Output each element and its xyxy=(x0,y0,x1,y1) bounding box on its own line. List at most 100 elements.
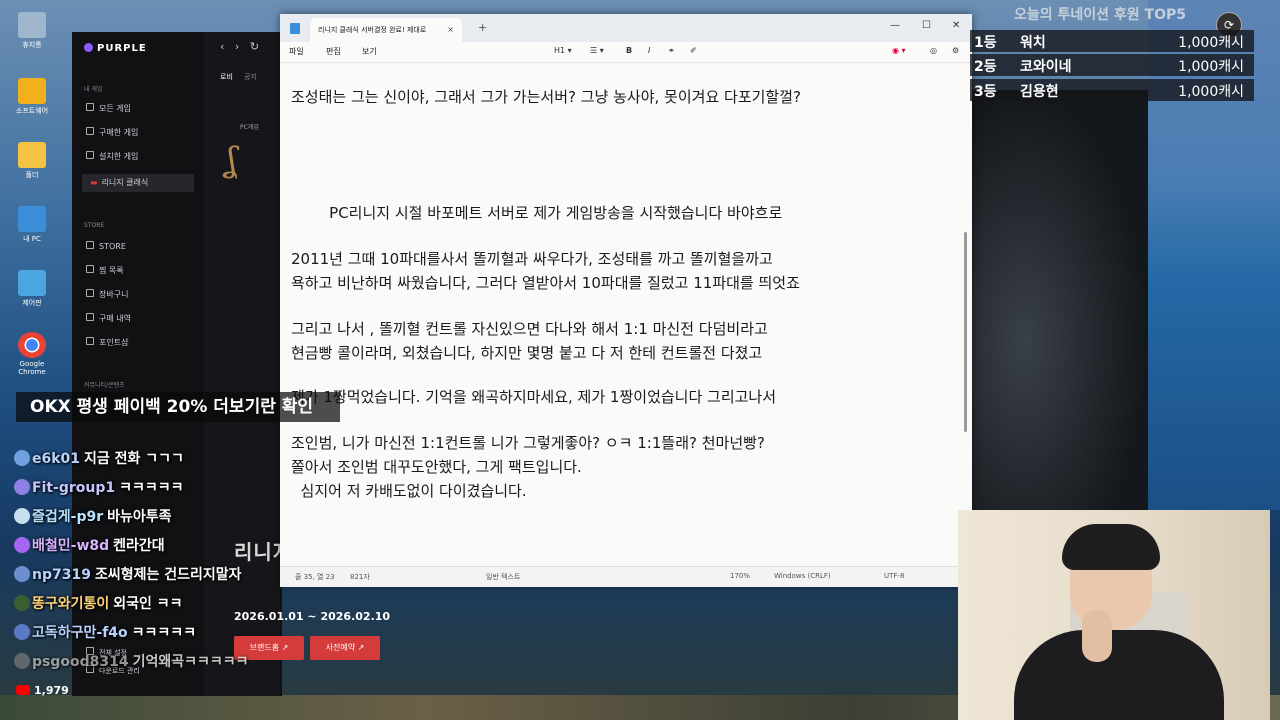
notepad-app-icon xyxy=(290,23,300,34)
chat-message: 배철민-w8d 켄라간대 xyxy=(14,535,165,555)
heart-icon xyxy=(86,265,94,273)
desktop-wallpaper-sea xyxy=(1148,0,1280,510)
section-label-my-games: 내 게임 xyxy=(84,86,103,93)
webcam-feed xyxy=(958,510,1270,720)
notepad-titlebar: 리니지 클래식 서버결정 완료! 제대로 × + — ☐ ✕ xyxy=(280,14,972,42)
coin-icon xyxy=(86,337,94,345)
close-window-button[interactable]: ✕ xyxy=(952,20,960,31)
chat-message: Fit-group1 ㅋㅋㅋㅋㅋ xyxy=(14,477,184,497)
section-label-community: 커뮤니티/콘텐츠 xyxy=(84,382,125,389)
streamer-body xyxy=(1014,630,1224,720)
gear-icon[interactable]: ⚙ xyxy=(952,46,959,55)
grid-icon xyxy=(86,103,94,111)
lineage-icon: ▬ xyxy=(90,178,98,187)
desktop-icon-recycle-bin[interactable]: 휴지통 xyxy=(10,12,54,50)
chat-message: 고독하구만-f4o ㅋㅋㅋㅋㅋ xyxy=(14,622,196,642)
text-line: PC리니지 시절 바포메트 서버로 제가 게임방송을 시작했습니다 바야흐로 xyxy=(291,204,783,222)
notepad-menubar: 파일 편집 보기 H1 ▾ ☰ ▾ B I ⚭ ✐ ◉ ▾ ◎ ⚙ xyxy=(280,42,972,63)
back-icon[interactable]: ‹ xyxy=(220,40,224,53)
menu-file[interactable]: 파일 xyxy=(289,46,304,57)
avatar xyxy=(14,537,30,553)
account-icon[interactable]: ◎ xyxy=(930,46,937,55)
avatar xyxy=(14,653,30,669)
desktop-icon-folder[interactable]: 폴더 xyxy=(10,142,54,180)
status-char-count: 821자 xyxy=(350,573,370,581)
chrome-icon xyxy=(18,332,46,358)
launcher-nav-arrows[interactable]: ‹ › ↻ xyxy=(220,40,259,53)
chat-message: np7319 조씨형제는 건드리지말자 xyxy=(14,564,242,584)
chat-message: e6k01 지금 전화 ㄱㄱㄱ xyxy=(14,448,184,468)
desktop-icon-chrome[interactable]: Google Chrome xyxy=(10,332,54,376)
refresh-icon[interactable]: ↻ xyxy=(250,40,259,53)
desktop-icon-control-panel[interactable]: 제어판 xyxy=(10,270,54,308)
sidebar-item-lineage-classic[interactable]: ▬ 리니지 클래식 xyxy=(82,174,194,192)
promo-date: 2026.01.01 ~ 2026.02.10 xyxy=(234,610,391,623)
notepad-statusbar: 줄 35, 열 23 821자 일반 텍스트 170% Windows (CRL… xyxy=(280,566,972,587)
status-format: 일반 텍스트 xyxy=(486,573,521,581)
chat-message: 즐겁게-p9r 바뉴아투족 xyxy=(14,506,172,526)
lineage-logo-icon: ʆ xyxy=(226,140,238,180)
status-zoom[interactable]: 170% xyxy=(730,572,750,580)
maximize-button[interactable]: ☐ xyxy=(922,20,931,31)
minimize-button[interactable]: — xyxy=(890,20,900,31)
status-cursor-position: 줄 35, 열 23 xyxy=(295,573,335,581)
section-label-store: STORE xyxy=(84,222,105,229)
launcher-tabs: 로비 공지 xyxy=(220,72,257,82)
copilot-icon[interactable]: ◉ ▾ xyxy=(892,46,906,55)
pre-register-button[interactable]: 사전예약 ↗ xyxy=(310,636,380,660)
status-encoding[interactable]: UTF-8 xyxy=(884,572,904,580)
avatar xyxy=(14,450,30,466)
avatar xyxy=(14,595,30,611)
avatar xyxy=(14,479,30,495)
chat-message: psgood8314 기억왜곡ㅋㅋㅋㅋㅋ xyxy=(14,651,249,671)
text-line: 그리고 나서 , 똘끼혈 컨트롤 자신있으면 다나와 해서 1:1 마신전 다덤… xyxy=(291,320,768,338)
text-line: 심지어 저 카배도없이 다이겼습니다. xyxy=(291,482,527,500)
bag-icon xyxy=(86,127,94,135)
text-line: 조성태는 그는 신이야, 그래서 그가 가는서버? 그냥 농사야, 못이겨요 다… xyxy=(291,88,801,106)
italic-button[interactable]: I xyxy=(648,46,650,55)
clear-format-icon[interactable]: ✐ xyxy=(690,46,697,55)
text-line: 쫄아서 조인범 대꾸도안했다, 그게 팩트입니다. xyxy=(291,458,582,476)
control-panel-icon xyxy=(18,270,46,296)
heading-dropdown[interactable]: H1 ▾ xyxy=(554,46,572,55)
chat-message: 똥구와기통이 외국인 ㅋㅋ xyxy=(14,593,183,613)
purple-logo[interactable]: PURPLE xyxy=(84,43,147,54)
recycle-bin-icon xyxy=(18,12,46,38)
close-tab-icon[interactable]: × xyxy=(447,18,454,42)
software-icon xyxy=(18,78,46,104)
desktop-wallpaper-cliff xyxy=(972,90,1148,510)
desktop-icon-this-pc[interactable]: 내 PC xyxy=(10,206,54,244)
streamer-hair xyxy=(1062,524,1160,570)
bold-button[interactable]: B xyxy=(626,46,632,55)
desktop-icon-software[interactable]: 소프트웨어 xyxy=(10,78,54,116)
text-line: 2011년 그때 10파대를사서 똘끼혈과 싸우다가, 조성태를 까고 똘끼혈을… xyxy=(291,250,773,268)
notepad-tab[interactable]: 리니지 클래식 서버결정 완료! 제대로 × xyxy=(310,18,462,42)
purple-logo-icon xyxy=(84,43,93,52)
cart-icon xyxy=(86,289,94,297)
platform-label: PC게임 xyxy=(240,124,259,131)
menu-edit[interactable]: 편집 xyxy=(326,46,341,57)
download-icon xyxy=(86,151,94,159)
tab-lobby[interactable]: 로비 xyxy=(220,73,233,81)
tab-notice[interactable]: 공지 xyxy=(244,73,257,81)
forward-icon[interactable]: › xyxy=(235,40,239,53)
vertical-scrollbar[interactable] xyxy=(964,232,967,432)
menu-view[interactable]: 보기 xyxy=(362,46,377,57)
viewer-count: 1,979 xyxy=(16,684,69,697)
youtube-icon xyxy=(16,685,30,695)
text-line: 욕하고 비난하며 싸웠습니다, 그러다 열받아서 10파대를 질렀고 11파대를… xyxy=(291,274,800,292)
text-line: 현금빵 콜이라며, 외쳤습니다, 하지만 몇명 붙고 다 저 한테 컨트롤전 다… xyxy=(291,344,763,362)
text-line: 조인범, 니가 마신전 1:1컨트롤 니가 그렇게좋아? ㅇㅋ 1:1뜰래? 천… xyxy=(291,434,765,452)
status-line-ending[interactable]: Windows (CRLF) xyxy=(774,572,831,580)
receipt-icon xyxy=(86,313,94,321)
computer-icon xyxy=(18,206,46,232)
text-line: 제가 1짱먹었습니다. 기억을 왜곡하지마세요, 제가 1짱이었습니다 그리고나… xyxy=(291,388,777,406)
folder-icon xyxy=(18,142,46,168)
link-icon[interactable]: ⚭ xyxy=(668,46,675,55)
ranking-row: 1등 워치 1,000캐시 xyxy=(970,30,1254,52)
external-link-icon: ↗ xyxy=(281,643,289,652)
avatar xyxy=(14,566,30,582)
streamer-hand xyxy=(1082,610,1112,662)
new-tab-button[interactable]: + xyxy=(478,21,487,34)
list-dropdown[interactable]: ☰ ▾ xyxy=(590,46,604,55)
